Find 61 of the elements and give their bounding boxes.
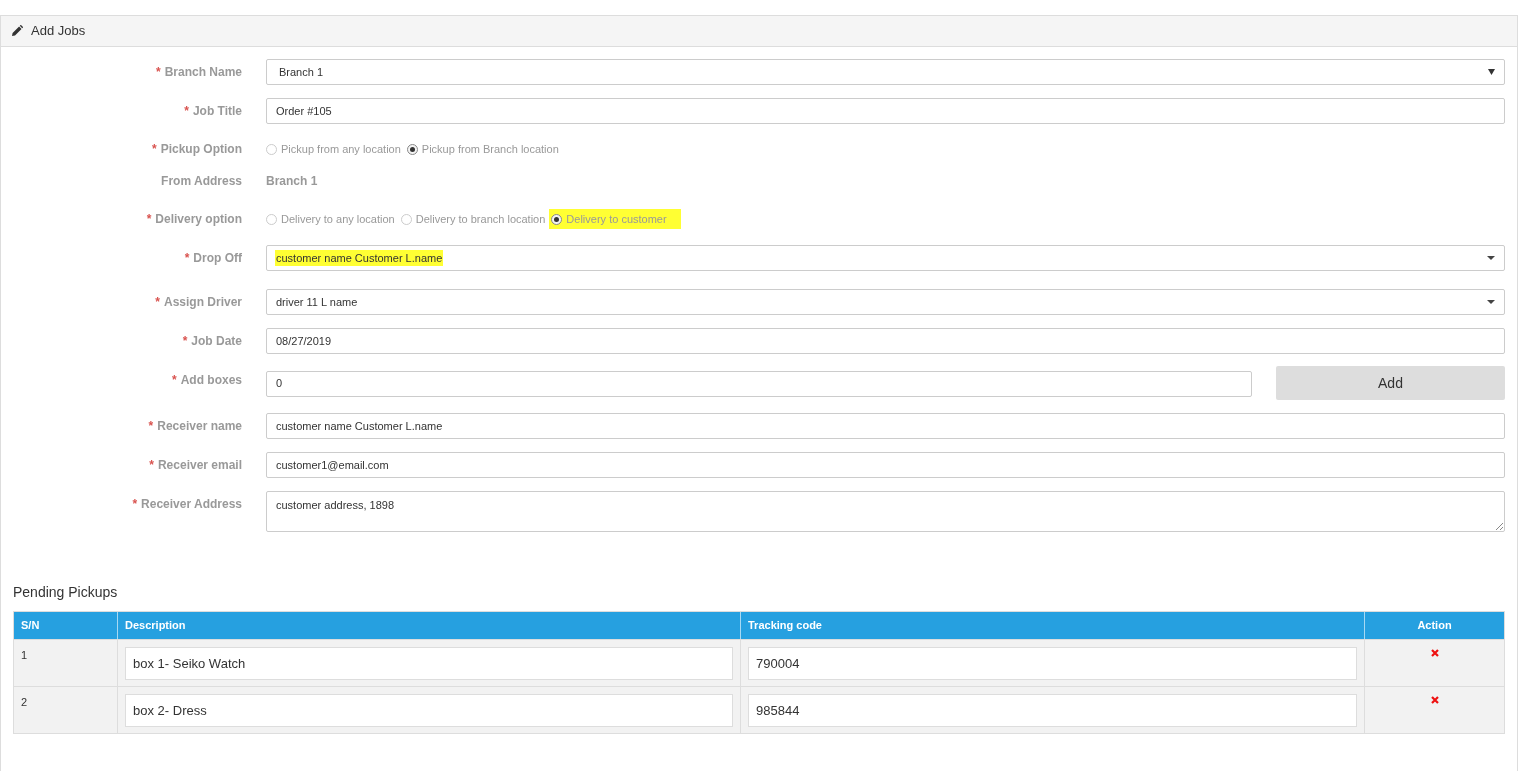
input-field[interactable]: customer1@email.com — [266, 452, 1505, 478]
required-mark: * — [148, 418, 154, 435]
required-mark: * — [149, 457, 154, 474]
select-field[interactable]: customer name Customer L.name — [266, 245, 1505, 271]
field-label: Drop Off — [193, 250, 242, 267]
required-mark: * — [184, 250, 190, 267]
field-label: Assign Driver — [163, 294, 242, 311]
select-field[interactable]: Branch 1 — [266, 59, 1505, 85]
column-header: Action — [1417, 618, 1452, 634]
input-field[interactable]: 0 — [266, 370, 1252, 397]
required-mark: * — [172, 372, 177, 389]
select-value: customer name Customer L.name — [275, 249, 444, 267]
delete-icon[interactable] — [1430, 696, 1439, 704]
column-header: Tracking code — [748, 618, 822, 634]
field-label: Receiver email — [157, 457, 242, 474]
section-title: Pending Pickups — [13, 583, 119, 602]
input-field[interactable]: customer name Customer L.name — [266, 413, 1505, 439]
caret-icon — [1487, 300, 1495, 304]
field-label: Job Title — [192, 103, 242, 120]
table-cell: 2 — [21, 696, 28, 708]
input-field[interactable]: 790004 — [748, 647, 1357, 680]
required-mark: * — [184, 103, 189, 120]
radio-button[interactable] — [551, 213, 563, 225]
field-label: Delivery option — [155, 211, 242, 228]
delete-icon[interactable] — [1430, 649, 1439, 657]
input-field[interactable]: Order #105 — [266, 98, 1505, 124]
radio-button[interactable] — [400, 213, 412, 225]
panel-title: Add Jobs — [31, 22, 86, 41]
field-label: Receiver name — [157, 418, 242, 435]
required-mark: * — [155, 64, 161, 81]
input-field[interactable]: 08/27/2019 — [266, 328, 1505, 354]
required-mark: * — [152, 141, 157, 158]
input-field[interactable]: 985844 — [748, 694, 1357, 727]
select-field[interactable]: driver 11 L name — [266, 289, 1505, 315]
resize-handle-icon[interactable] — [1496, 523, 1503, 530]
field-label: Branch Name — [164, 64, 242, 81]
input-field[interactable]: box 1- Seiko Watch — [125, 647, 733, 680]
address-text: Branch 1 — [266, 173, 318, 190]
select-value: driver 11 L name — [276, 294, 358, 310]
column-header: Description — [125, 618, 186, 634]
radio-button[interactable] — [266, 143, 277, 155]
field-label: Receiver Address — [141, 496, 242, 513]
dropdown-arrow-icon — [1488, 69, 1495, 75]
field-label: Add boxes — [180, 372, 242, 389]
add-button[interactable]: Add — [1276, 366, 1505, 400]
field-label: From Address — [161, 173, 242, 190]
input-field[interactable]: box 2- Dress — [125, 694, 733, 727]
required-mark: * — [182, 333, 188, 350]
field-label: Job Date — [191, 333, 242, 350]
radio-button[interactable] — [266, 213, 277, 225]
table-cell: 1 — [21, 649, 28, 661]
field-label: Pickup Option — [160, 141, 242, 158]
radio-button[interactable] — [406, 143, 418, 155]
required-mark: * — [155, 294, 160, 311]
select-value: Branch 1 — [278, 64, 324, 80]
pencil-icon — [11, 25, 23, 37]
required-mark: * — [146, 211, 152, 228]
caret-icon — [1487, 256, 1495, 260]
column-header: S/N — [21, 618, 40, 634]
text-area[interactable]: customer address, 1898 — [266, 491, 1505, 532]
required-mark: * — [132, 496, 138, 513]
